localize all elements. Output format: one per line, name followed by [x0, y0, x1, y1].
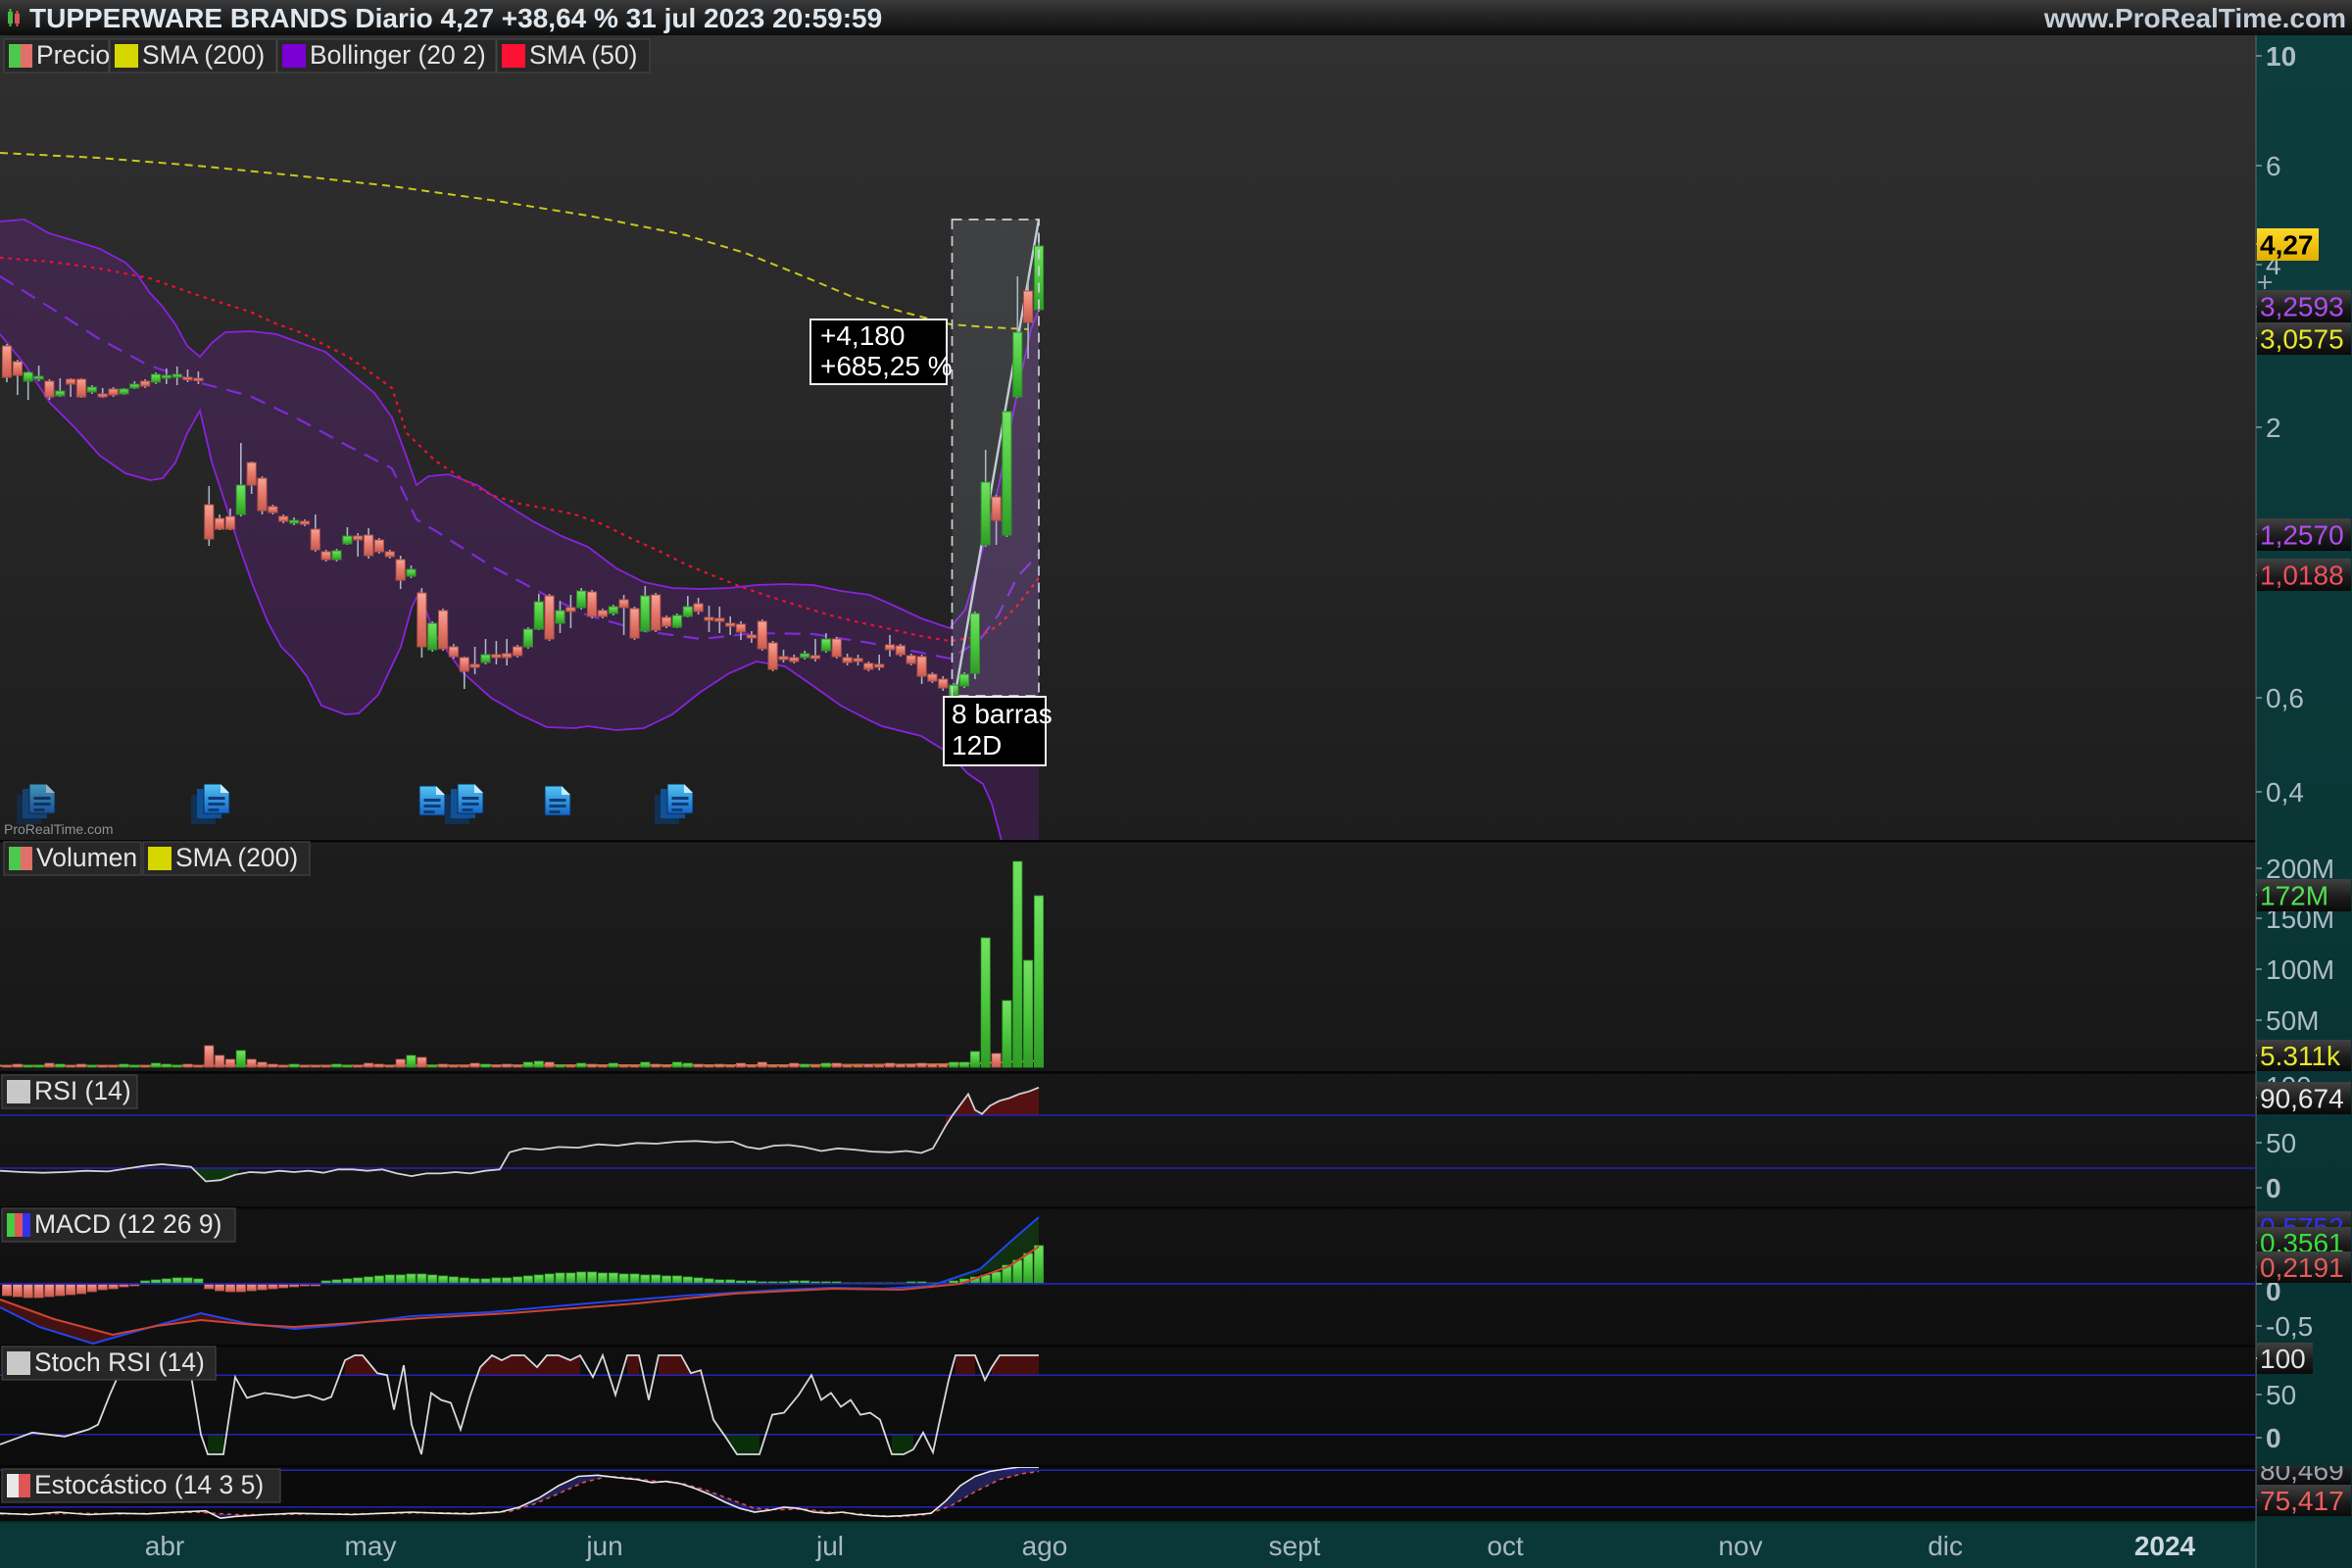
svg-text:3,0575: 3,0575 [2260, 324, 2344, 355]
svg-text:Precio: Precio [36, 40, 110, 70]
svg-text:1,0188: 1,0188 [2260, 561, 2344, 591]
svg-text:MACD (12 26 9): MACD (12 26 9) [34, 1209, 221, 1239]
svg-text:SMA (200): SMA (200) [175, 843, 298, 872]
svg-text:Volumen: Volumen [36, 843, 137, 872]
svg-text:SMA (200): SMA (200) [142, 40, 265, 70]
svg-text:RSI (14): RSI (14) [34, 1076, 131, 1105]
svg-text:abr: abr [145, 1531, 184, 1561]
svg-text:1,2570: 1,2570 [2260, 520, 2344, 551]
svg-text:6: 6 [2266, 151, 2281, 181]
svg-text:0,2191: 0,2191 [2260, 1252, 2344, 1283]
svg-text:jun: jun [585, 1531, 622, 1561]
svg-text:10: 10 [2266, 41, 2296, 72]
svg-text:Bollinger (20 2): Bollinger (20 2) [310, 40, 486, 70]
svg-text:ProRealTime.com: ProRealTime.com [4, 821, 114, 837]
svg-text:0: 0 [2266, 1423, 2281, 1453]
svg-text:nov: nov [1718, 1531, 1762, 1561]
svg-text:12D: 12D [952, 730, 1002, 760]
svg-text:Stoch RSI (14): Stoch RSI (14) [34, 1348, 205, 1377]
svg-text:-0,5: -0,5 [2266, 1311, 2313, 1342]
svg-text:jul: jul [815, 1531, 844, 1561]
svg-text:www.ProRealTime.com: www.ProRealTime.com [2043, 3, 2346, 33]
svg-text:+4,180: +4,180 [820, 320, 905, 351]
svg-text:172M: 172M [2260, 881, 2328, 911]
svg-text:+685,25 %: +685,25 % [820, 351, 953, 381]
svg-text:0,6: 0,6 [2266, 683, 2304, 713]
svg-text:50: 50 [2266, 1128, 2296, 1158]
svg-text:oct: oct [1487, 1531, 1524, 1561]
svg-text:TUPPERWARE BRANDS Diario 4,27: TUPPERWARE BRANDS Diario 4,27 +38,64 % 3… [29, 3, 882, 33]
svg-text:dic: dic [1928, 1531, 1963, 1561]
svg-text:100M: 100M [2266, 955, 2334, 985]
svg-text:50M: 50M [2266, 1005, 2319, 1036]
svg-text:8 barras: 8 barras [952, 699, 1053, 729]
svg-text:sept: sept [1269, 1531, 1321, 1561]
svg-text:2: 2 [2266, 413, 2281, 443]
svg-text:ago: ago [1022, 1531, 1068, 1561]
svg-text:5.311k: 5.311k [2260, 1041, 2341, 1071]
svg-text:75,417: 75,417 [2260, 1486, 2344, 1516]
svg-text:50: 50 [2266, 1380, 2296, 1410]
svg-text:0: 0 [2266, 1173, 2281, 1203]
svg-text:0,4: 0,4 [2266, 777, 2304, 808]
svg-text:Estocástico (14 3 5): Estocástico (14 3 5) [34, 1470, 264, 1499]
svg-text:3,2593: 3,2593 [2260, 292, 2344, 322]
svg-text:SMA (50): SMA (50) [529, 40, 637, 70]
svg-text:may: may [345, 1531, 397, 1561]
svg-text:2024: 2024 [2134, 1531, 2196, 1561]
svg-text:90,674: 90,674 [2260, 1084, 2344, 1114]
svg-text:4,27: 4,27 [2260, 230, 2314, 261]
svg-text:100: 100 [2260, 1344, 2306, 1374]
